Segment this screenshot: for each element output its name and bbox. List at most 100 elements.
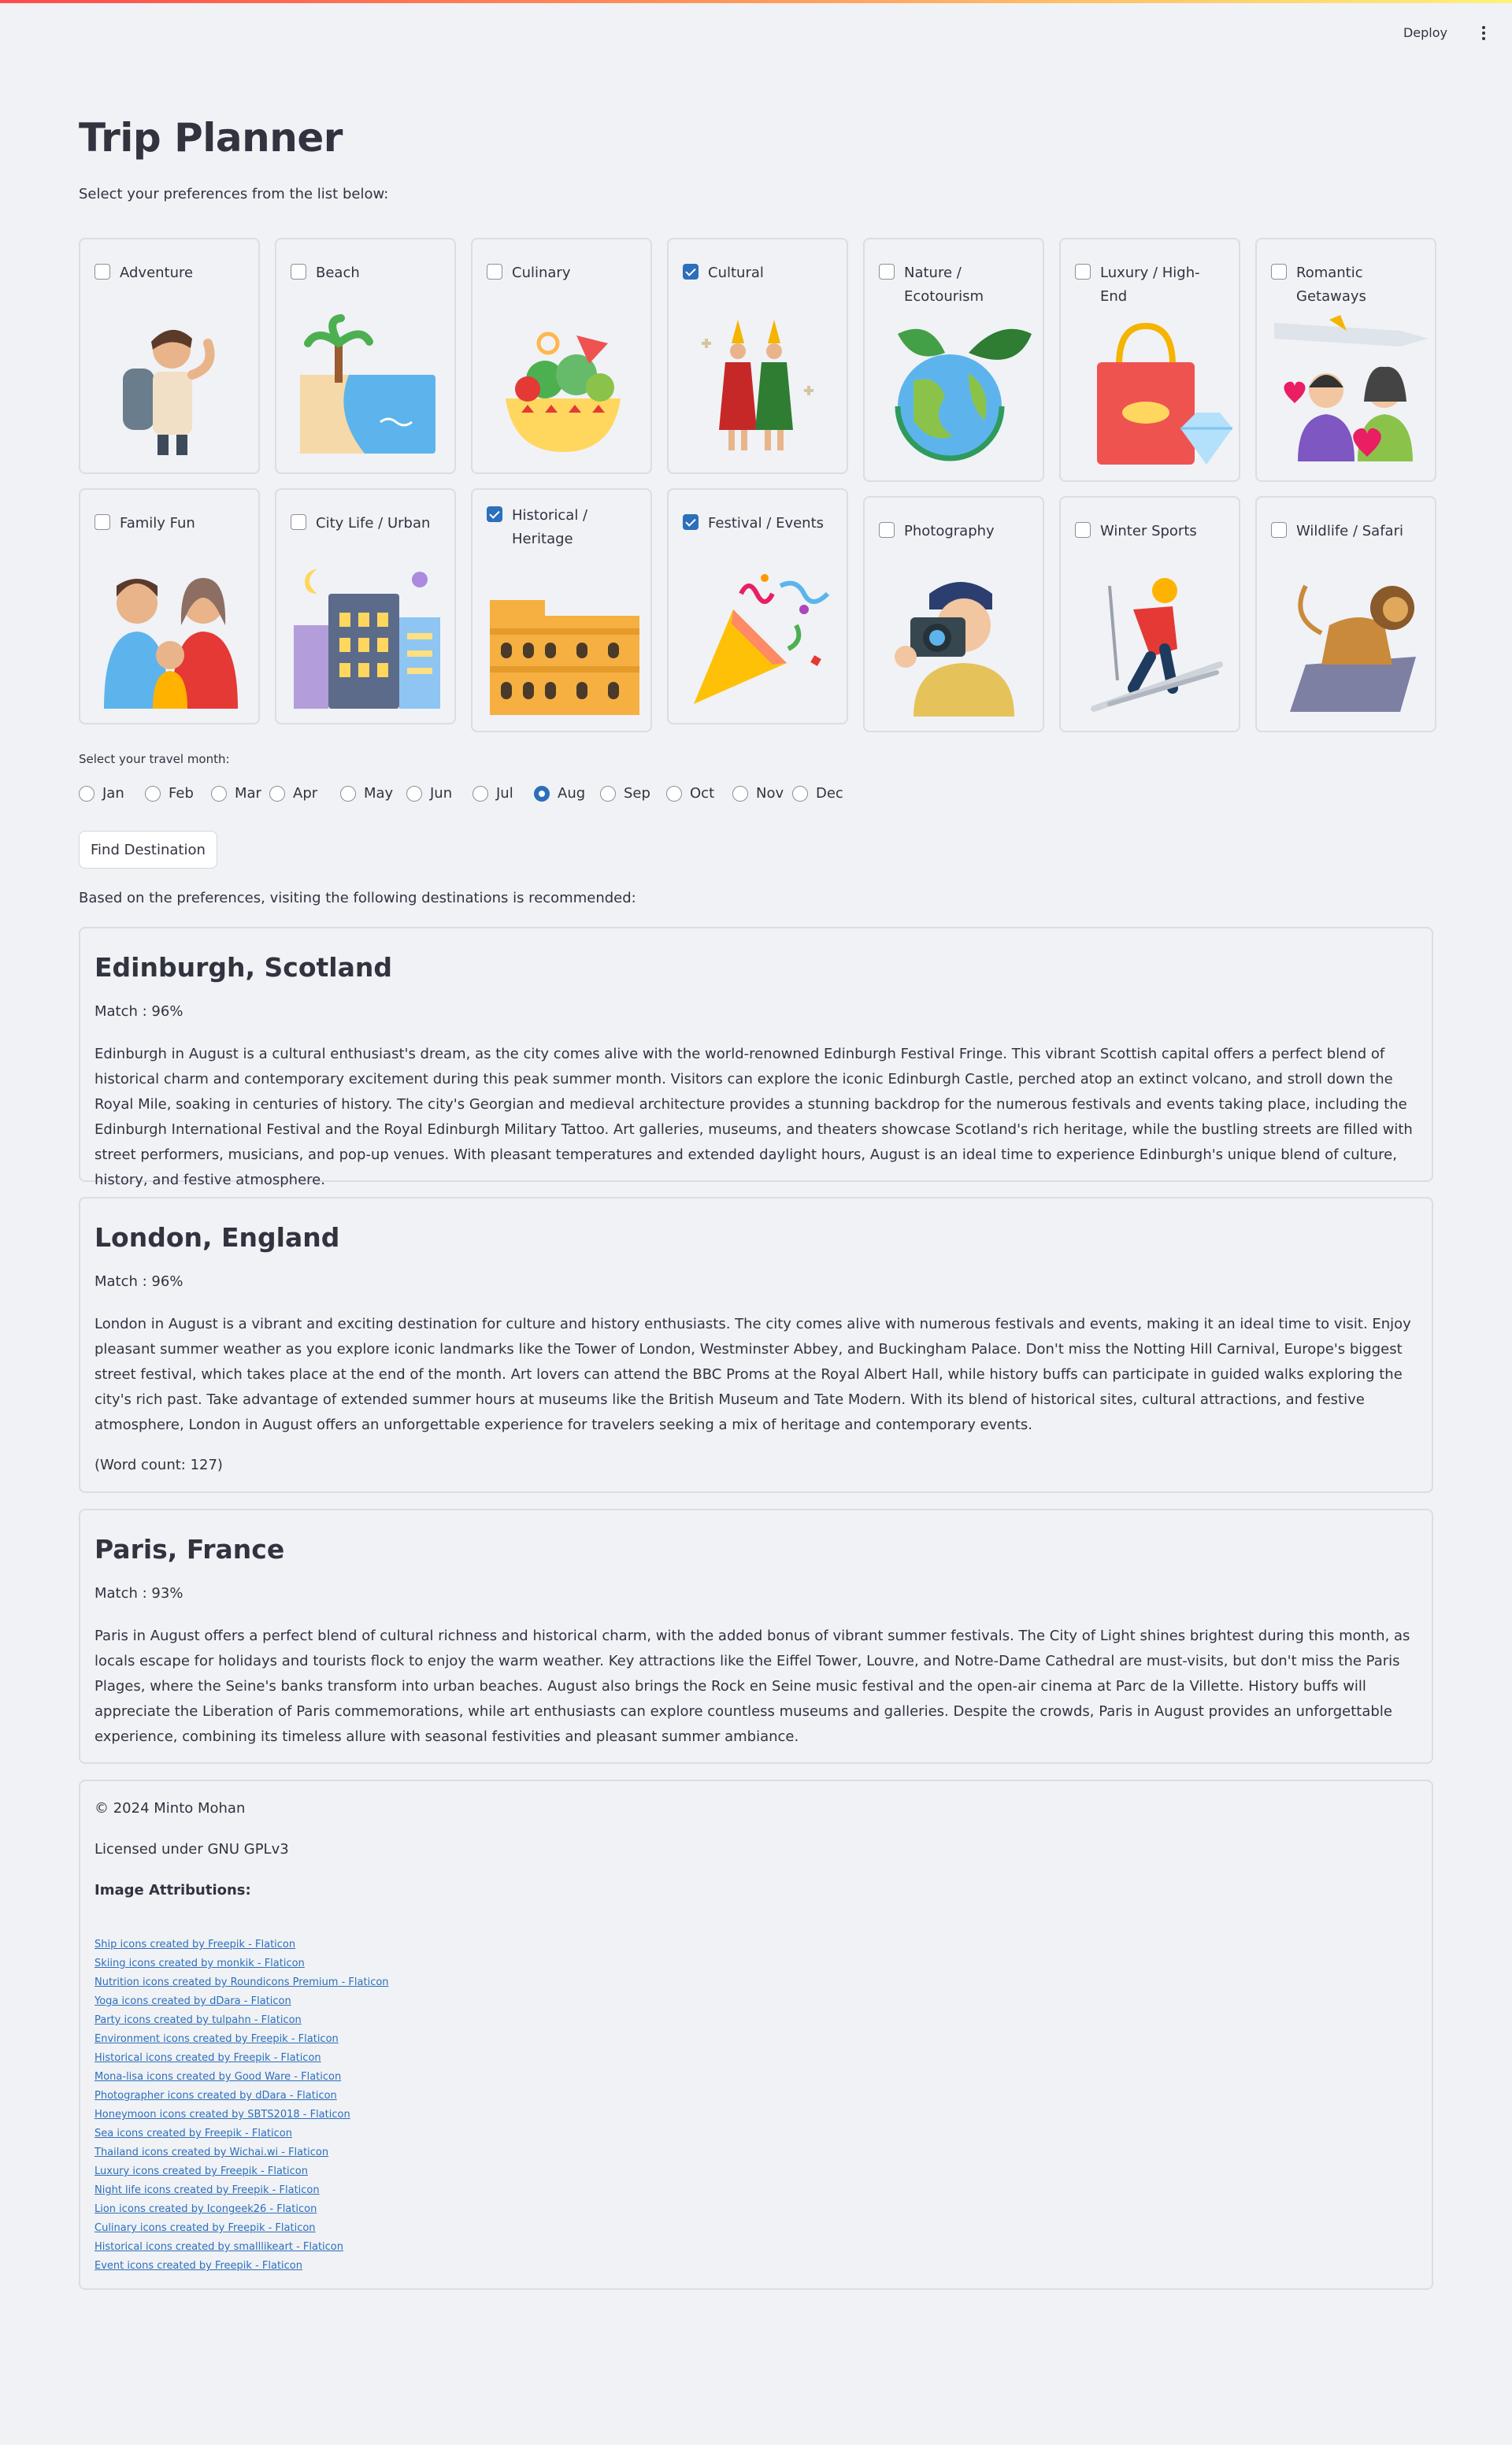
radio-icon[interactable] <box>792 785 808 802</box>
preference-card-wildlife: Wildlife / Safari <box>1255 496 1436 732</box>
radio-icon[interactable] <box>79 785 94 802</box>
lion-icon <box>1290 584 1416 712</box>
radio-icon[interactable] <box>145 785 161 802</box>
attribution-link[interactable]: Lion icons created by Icongeek26 - Flati… <box>94 2203 317 2215</box>
preference-label: Historical / Heritage <box>512 507 588 547</box>
preference-checkbox-wildlife[interactable]: Wildlife / Safari <box>1271 520 1414 543</box>
radio-icon[interactable] <box>472 785 488 802</box>
app-header: Deploy <box>1399 22 1492 43</box>
photographer-icon <box>895 582 1014 717</box>
attribution-link[interactable]: Skiing icons created by monkik - Flatico… <box>94 1958 305 1969</box>
checkbox-checked-icon[interactable] <box>683 264 699 280</box>
attribution-list: Ship icons created by Freepik - Flaticon… <box>94 1936 389 2276</box>
match-score: Match : 93% <box>94 1585 183 1602</box>
attribution-link[interactable]: Nutrition icons created by Roundicons Pr… <box>94 1976 389 1988</box>
checkbox-icon[interactable] <box>1271 522 1287 538</box>
preference-checkbox-luxury[interactable]: Luxury / High-End <box>1075 261 1218 309</box>
checkbox-icon[interactable] <box>487 264 502 280</box>
checkbox-icon[interactable] <box>879 522 895 538</box>
radio-icon[interactable] <box>666 785 682 802</box>
attribution-link[interactable]: Culinary icons created by Freepik - Flat… <box>94 2222 316 2234</box>
checkbox-icon[interactable] <box>1271 264 1287 280</box>
month-option-aug[interactable]: Aug <box>534 785 600 802</box>
month-label: Feb <box>169 785 194 802</box>
attribution-link[interactable]: Event icons created by Freepik - Flatico… <box>94 2260 302 2272</box>
checkbox-icon[interactable] <box>1075 264 1091 280</box>
find-destination-button[interactable]: Find Destination <box>79 831 217 869</box>
attribution-link[interactable]: Luxury icons created by Freepik - Flatic… <box>94 2165 308 2177</box>
attribution-item: Yoga icons created by dDara - Flaticon <box>94 1992 389 2011</box>
preference-checkbox-adventure[interactable]: Adventure <box>94 261 238 285</box>
attribution-item: Environment icons created by Freepik - F… <box>94 2030 389 2049</box>
destination-description: Edinburgh in August is a cultural enthus… <box>94 1046 1413 1188</box>
preference-checkbox-beach[interactable]: Beach <box>291 261 434 285</box>
attribution-link[interactable]: Yoga icons created by dDara - Flaticon <box>94 1995 291 2007</box>
month-label: Sep <box>624 785 650 802</box>
preference-checkbox-cultural[interactable]: Cultural <box>683 261 826 285</box>
preference-checkbox-city[interactable]: City Life / Urban <box>291 512 434 535</box>
radio-icon[interactable] <box>269 785 285 802</box>
month-option-jun[interactable]: Jun <box>406 785 472 802</box>
month-option-sep[interactable]: Sep <box>600 785 666 802</box>
month-option-nov[interactable]: Nov <box>732 785 792 802</box>
month-option-may[interactable]: May <box>340 785 406 802</box>
preference-checkbox-culinary[interactable]: Culinary <box>487 261 630 285</box>
month-label: Oct <box>690 785 715 802</box>
preference-checkbox-romantic[interactable]: Romantic Getaways <box>1271 261 1414 309</box>
preference-checkbox-photography[interactable]: Photography <box>879 520 1022 543</box>
radio-icon[interactable] <box>340 785 356 802</box>
month-label: Nov <box>756 785 784 802</box>
destination-title: Paris, France <box>94 1534 285 1565</box>
attribution-link[interactable]: Party icons created by tulpahn - Flatico… <box>94 2014 302 2026</box>
checkbox-checked-icon[interactable] <box>487 506 502 522</box>
family-icon <box>104 578 238 709</box>
attribution-link[interactable]: Mona-lisa icons created by Good Ware - F… <box>94 2071 341 2083</box>
attribution-link[interactable]: Historical icons created by Freepik - Fl… <box>94 2052 321 2064</box>
kebab-menu-icon[interactable] <box>1476 23 1492 43</box>
radio-icon[interactable] <box>406 785 422 802</box>
radio-icon[interactable] <box>732 785 748 802</box>
month-option-oct[interactable]: Oct <box>666 785 732 802</box>
preference-checkbox-winter[interactable]: Winter Sports <box>1075 520 1218 543</box>
attribution-link[interactable]: Environment icons created by Freepik - F… <box>94 2033 339 2045</box>
page-title: Trip Planner <box>79 115 343 161</box>
match-score: Match : 96% <box>94 1273 183 1290</box>
month-option-feb[interactable]: Feb <box>145 785 211 802</box>
attribution-item: Photographer icons created by dDara - Fl… <box>94 2087 389 2106</box>
attribution-link[interactable]: Historical icons created by smalllikeart… <box>94 2241 343 2253</box>
radio-icon[interactable] <box>211 785 227 802</box>
month-option-apr[interactable]: Apr <box>269 785 340 802</box>
checkbox-icon[interactable] <box>291 264 306 280</box>
month-label: Jun <box>430 785 453 802</box>
month-option-jan[interactable]: Jan <box>79 785 145 802</box>
radio-icon[interactable] <box>534 785 550 802</box>
month-label: Jan <box>102 785 124 802</box>
attribution-item: Culinary icons created by Freepik - Flat… <box>94 2219 389 2238</box>
preference-label: Beach <box>316 265 360 281</box>
checkbox-icon[interactable] <box>94 514 110 530</box>
attribution-link[interactable]: Ship icons created by Freepik - Flaticon <box>94 1939 295 1950</box>
attribution-link[interactable]: Thailand icons created by Wichai.wi - Fl… <box>94 2147 328 2158</box>
preference-checkbox-festival[interactable]: Festival / Events <box>683 512 826 535</box>
city-icon <box>294 569 440 709</box>
attribution-link[interactable]: Sea icons created by Freepik - Flaticon <box>94 2128 292 2139</box>
month-option-jul[interactable]: Jul <box>472 785 534 802</box>
preference-card-adventure: Adventure <box>79 238 260 474</box>
checkbox-checked-icon[interactable] <box>683 514 699 530</box>
attribution-link[interactable]: Night life icons created by Freepik - Fl… <box>94 2184 320 2196</box>
month-option-mar[interactable]: Mar <box>211 785 269 802</box>
checkbox-icon[interactable] <box>94 264 110 280</box>
preference-label: Family Fun <box>120 515 195 532</box>
deploy-button[interactable]: Deploy <box>1399 22 1452 43</box>
month-option-dec[interactable]: Dec <box>792 785 847 802</box>
preference-checkbox-nature[interactable]: Nature / Ecotourism <box>879 261 1022 309</box>
attribution-link[interactable]: Honeymoon icons created by SBTS2018 - Fl… <box>94 2109 350 2121</box>
preference-checkbox-historical[interactable]: Historical / Heritage <box>487 504 630 551</box>
preference-checkbox-family[interactable]: Family Fun <box>94 512 238 535</box>
radio-icon[interactable] <box>600 785 616 802</box>
checkbox-icon[interactable] <box>1075 522 1091 538</box>
checkbox-icon[interactable] <box>879 264 895 280</box>
attribution-item: Night life icons created by Freepik - Fl… <box>94 2181 389 2200</box>
checkbox-icon[interactable] <box>291 514 306 530</box>
attribution-link[interactable]: Photographer icons created by dDara - Fl… <box>94 2090 337 2102</box>
